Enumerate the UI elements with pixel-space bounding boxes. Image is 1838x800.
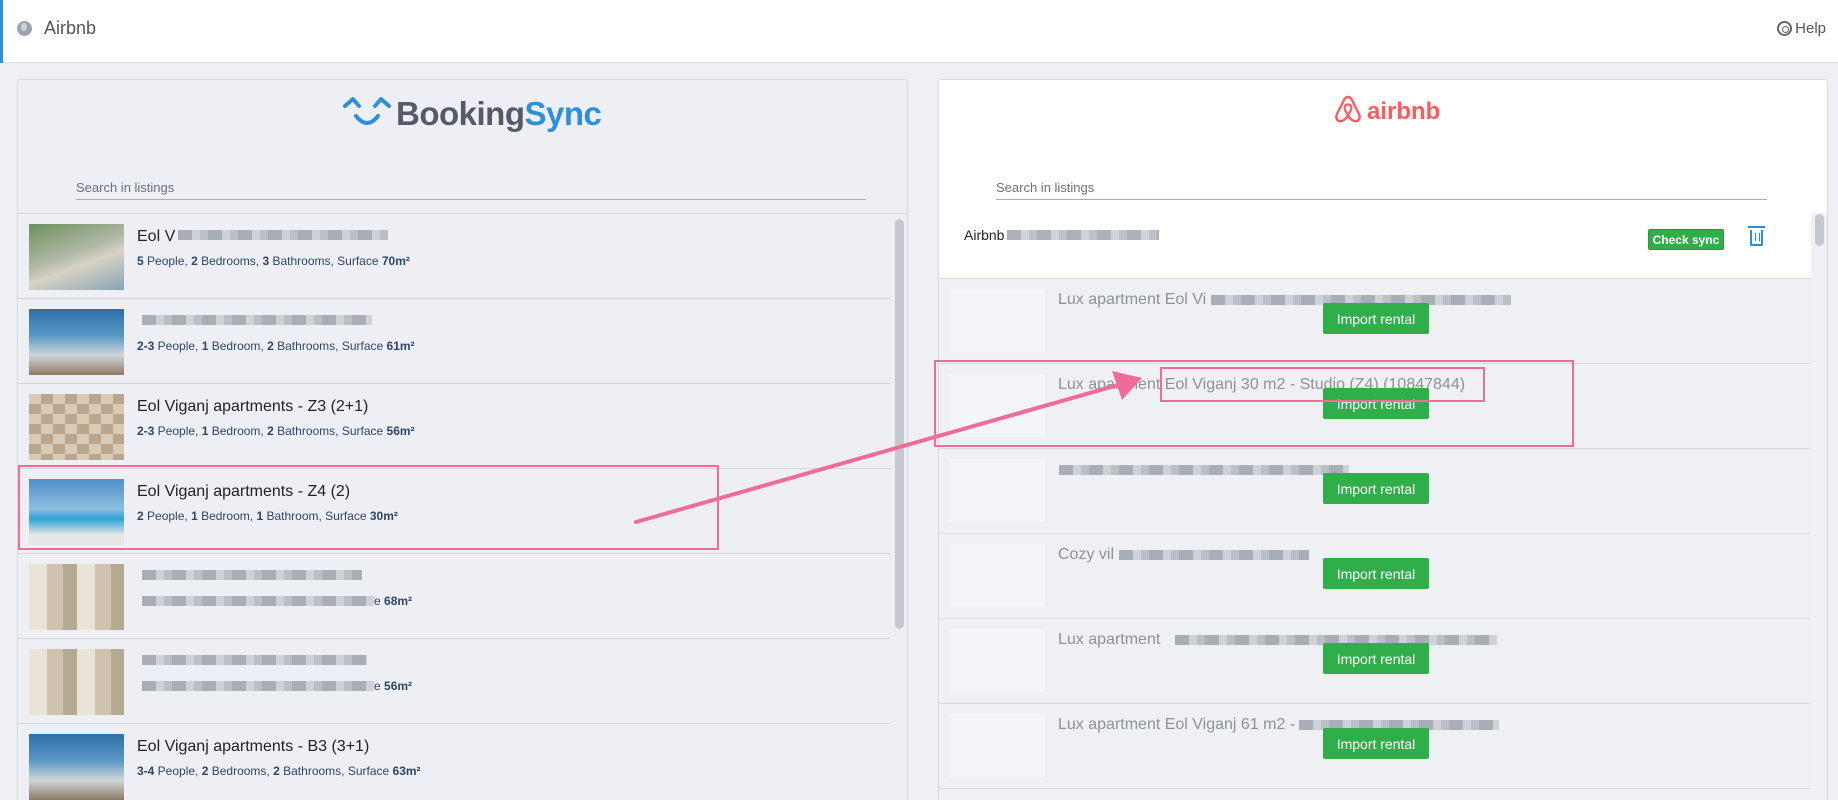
import-rental-button[interactable]: Import rental <box>1323 558 1429 589</box>
highlight-source-listing <box>18 465 719 550</box>
listing-name: Lux apartment <box>1058 631 1161 648</box>
listing-thumbnail <box>950 544 1045 607</box>
listing-thumbnail <box>950 459 1045 522</box>
listing-name: Eol V <box>137 228 176 245</box>
listing-thumbnail <box>29 309 124 375</box>
import-rental-button[interactable]: Import rental <box>1323 643 1429 674</box>
import-rental-button[interactable]: Import rental <box>1323 473 1429 504</box>
airbnb-account-row: Airbnb Check sync <box>939 213 1811 279</box>
listing-name: Eol Viganj apartments - B3 (3+1) <box>137 738 370 755</box>
redacted-text <box>1007 230 1159 240</box>
bookingsync-listing-item[interactable]: 2-3 People, 1 Bedroom, 2 Bathrooms, Surf… <box>18 299 890 384</box>
bookingsync-panel: BookingSync Eol V 5 People, 2 Bedrooms, … <box>17 79 908 800</box>
bookingsync-listing-item[interactable]: Eol Viganj apartments - B3 (3+1) 3-4 Peo… <box>18 724 890 800</box>
airbnb-logo: airbnb <box>1335 95 1440 128</box>
redacted-text <box>142 315 372 325</box>
listing-thumbnail <box>29 394 124 460</box>
redacted-text <box>142 596 374 606</box>
bookingsync-header: BookingSync <box>18 80 907 213</box>
listing-thumbnail <box>29 734 124 800</box>
airbnb-belo-icon <box>1335 95 1361 128</box>
airbnb-search-input[interactable] <box>996 168 1767 200</box>
airbnb-logo-text: airbnb <box>1367 97 1441 125</box>
bookingsync-logo: BookingSync <box>342 94 602 134</box>
bookingsync-listing-item[interactable]: Eol Viganj apartments - Z3 (2+1) 2-3 Peo… <box>18 384 890 469</box>
check-sync-button[interactable]: Check sync <box>1648 229 1724 250</box>
bookingsync-logo-booking: Booking <box>396 95 525 132</box>
help-icon <box>1777 21 1793 36</box>
import-rental-button[interactable]: Import rental <box>1323 728 1429 759</box>
listing-thumbnail <box>950 629 1045 692</box>
bookingsync-listing-item[interactable]: e 68m² <box>18 554 890 639</box>
globe-icon <box>17 21 32 36</box>
redacted-text <box>1119 550 1309 560</box>
trash-icon[interactable] <box>1748 226 1765 246</box>
listing-description: 2-3 People, 1 Bedroom, 2 Bathrooms, Surf… <box>137 424 415 438</box>
listing-name: Lux apartment Eol Vi <box>1058 291 1207 308</box>
listing-thumbnail <box>29 649 124 715</box>
page-title: Airbnb <box>44 18 97 38</box>
listing-description: 3-4 People, 2 Bedrooms, 2 Bathrooms, Sur… <box>137 764 421 778</box>
airbnb-listing-item: Import rental <box>939 449 1811 534</box>
redacted-text <box>1059 465 1349 475</box>
highlight-target-name <box>1160 367 1485 402</box>
airbnb-listing-item: Cozy vil Import rental <box>939 534 1811 619</box>
listing-name: Cozy vil <box>1058 546 1115 563</box>
listing-description: 2-3 People, 1 Bedroom, 2 Bathrooms, Surf… <box>137 339 415 353</box>
bookingsync-smile-icon <box>342 94 392 134</box>
airbnb-scrollbar[interactable] <box>1815 214 1824 246</box>
airbnb-header: airbnb <box>939 80 1827 213</box>
bookingsync-search-input[interactable] <box>76 168 866 200</box>
help-label: Help <box>1795 20 1826 37</box>
listing-thumbnail <box>950 289 1045 352</box>
listing-name: Lux apartment Eol Viganj 61 m2 - <box>1058 716 1296 733</box>
import-rental-button[interactable]: Import rental <box>1323 303 1429 334</box>
bookingsync-listing-item[interactable]: Eol V 5 People, 2 Bedrooms, 3 Bathrooms,… <box>18 214 890 299</box>
bookingsync-scrollbar[interactable] <box>895 219 904 629</box>
redacted-text <box>178 230 388 240</box>
listing-thumbnail <box>950 714 1045 777</box>
listing-description: e 56m² <box>374 679 413 693</box>
top-bar: Airbnb Help <box>0 0 1838 63</box>
airbnb-listing-item: Lux apartment Import rental <box>939 619 1811 704</box>
help-link[interactable]: Help <box>1777 20 1826 37</box>
listing-name: Eol Viganj apartments - Z3 (2+1) <box>137 398 369 415</box>
redacted-text <box>142 655 367 665</box>
airbnb-listing-item: Lux apartment Eol Vi Import rental <box>939 279 1811 364</box>
bookingsync-logo-sync: Sync <box>524 95 602 132</box>
airbnb-account-label: Airbnb <box>964 227 1005 243</box>
redacted-text <box>142 681 374 691</box>
listing-description: 5 People, 2 Bedrooms, 3 Bathrooms, Surfa… <box>137 254 410 268</box>
top-bar-accent <box>0 0 3 63</box>
listing-description: e 68m² <box>374 594 413 608</box>
bookingsync-listing-item[interactable]: e 56m² <box>18 639 890 724</box>
airbnb-listing-item: Lux apartment Eol Viganj 61 m2 - Import … <box>939 704 1811 789</box>
redacted-text <box>142 570 362 580</box>
listing-thumbnail <box>29 564 124 630</box>
listing-thumbnail <box>29 224 124 290</box>
